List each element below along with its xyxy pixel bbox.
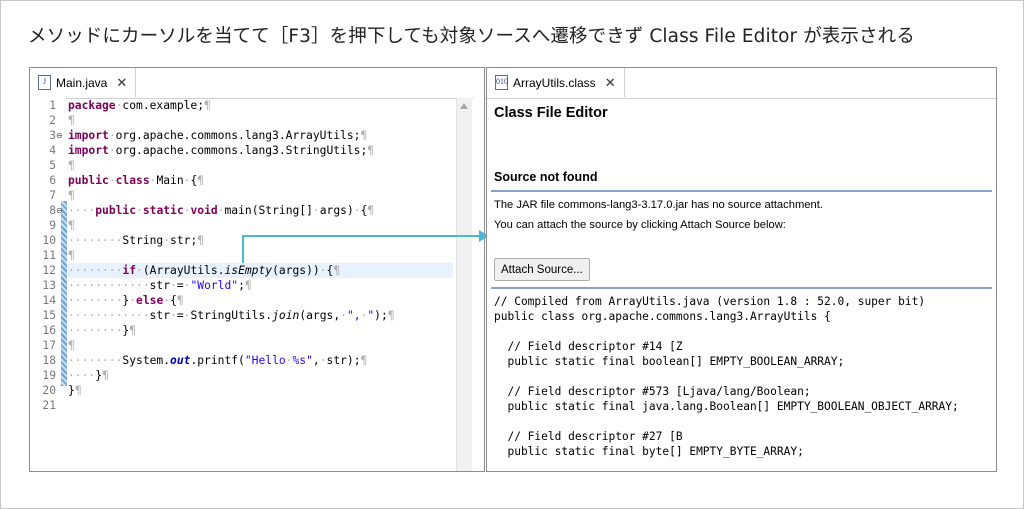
class-file-icon: 010 bbox=[495, 75, 508, 90]
line-number: 5 bbox=[49, 159, 56, 172]
code-line: ¶ bbox=[68, 249, 75, 262]
section-divider bbox=[491, 287, 992, 289]
code-line: import·org.apache.commons.lang3.ArrayUti… bbox=[68, 129, 368, 142]
code-line: ········if·(ArrayUtils.isEmpty(args))·{¶ bbox=[68, 264, 341, 277]
line-number: 12 bbox=[42, 264, 56, 277]
line-number: 17 bbox=[42, 339, 56, 352]
line-number: 9 bbox=[49, 219, 56, 232]
tab-arrayutils-class[interactable]: 010 ArrayUtils.class ✕ bbox=[487, 68, 625, 97]
code-line: ········System.out.printf("Hello·%s",·st… bbox=[68, 354, 368, 367]
tab-main-java[interactable]: J Main.java ✕ bbox=[30, 68, 137, 97]
code-line: ¶ bbox=[68, 159, 75, 172]
line-number: 18 bbox=[42, 354, 56, 367]
line-number: 11 bbox=[42, 249, 56, 262]
line-number: 7 bbox=[49, 189, 56, 202]
decompiled-line: // Field descriptor #27 [B bbox=[494, 430, 683, 443]
code-line: package·com.example;¶ bbox=[68, 99, 211, 112]
decompiled-line: // Field descriptor #14 [Z bbox=[494, 340, 683, 353]
line-number: 4 bbox=[49, 144, 56, 157]
section-divider bbox=[491, 190, 992, 192]
vertical-scrollbar[interactable] bbox=[456, 98, 472, 471]
overview-ruler bbox=[473, 98, 484, 471]
annotation-arrow-line bbox=[242, 235, 480, 237]
code-line: ········}·else·{¶ bbox=[68, 294, 184, 307]
decompiled-line: public class org.apache.commons.lang3.Ar… bbox=[494, 310, 831, 323]
line-number: 14 bbox=[42, 294, 56, 307]
line-number: 1 bbox=[49, 99, 56, 112]
line-number: 20 bbox=[42, 384, 56, 397]
java-editor-pane: J Main.java ✕ 1 2 3 4 5 6 7 8 9 10 11 12 13 14 15 16 17 1… bbox=[29, 67, 485, 472]
fold-toggle-icon[interactable]: ⊖ bbox=[56, 203, 63, 218]
line-number: 13 bbox=[42, 279, 56, 292]
left-tab-bar: J Main.java ✕ bbox=[30, 68, 484, 99]
decompiled-line: // Field descriptor #573 [Ljava/lang/Boo… bbox=[494, 385, 811, 398]
code-line: ····public·static·void·main(String[]·arg… bbox=[68, 204, 375, 217]
scroll-up-icon[interactable] bbox=[460, 103, 468, 109]
decompiled-line: public static final boolean[] EMPTY_BOOL… bbox=[494, 355, 845, 368]
code-line: ¶ bbox=[68, 219, 75, 232]
change-marker-strip bbox=[61, 201, 67, 386]
code-line: ············str·=·StringUtils.join(args,… bbox=[68, 309, 395, 322]
code-line: ········}¶ bbox=[68, 324, 137, 337]
attach-source-button[interactable]: Attach Source... bbox=[494, 258, 590, 281]
code-line: ····}¶ bbox=[68, 369, 109, 382]
code-line: ¶ bbox=[68, 189, 75, 202]
java-file-icon: J bbox=[38, 75, 51, 90]
line-number: 2 bbox=[49, 114, 56, 127]
line-number: 19 bbox=[42, 369, 56, 382]
decompiled-line: public static final byte[] EMPTY_BYTE_AR… bbox=[494, 445, 804, 458]
close-icon[interactable]: ✕ bbox=[116, 75, 127, 91]
code-line: import·org.apache.commons.lang3.StringUt… bbox=[68, 144, 375, 157]
attach-hint-message: You can attach the source by clicking At… bbox=[494, 219, 786, 231]
code-line: ············str·=·"World";¶ bbox=[68, 279, 252, 292]
code-line: }¶ bbox=[68, 384, 82, 397]
decompiled-line: public static final java.lang.Boolean[] … bbox=[494, 400, 959, 413]
line-number: 10 bbox=[42, 234, 56, 247]
decompiled-line: // Compiled from ArrayUtils.java (versio… bbox=[494, 295, 926, 308]
code-line: ¶ bbox=[68, 114, 75, 127]
line-number: 8 bbox=[49, 204, 56, 217]
class-file-editor-pane: 010 ArrayUtils.class ✕ Class File Editor… bbox=[486, 67, 997, 472]
annotation-arrow-stem bbox=[242, 236, 244, 263]
tab-label: Main.java bbox=[56, 75, 108, 90]
line-number: 15 bbox=[42, 309, 56, 322]
isEmpty-method-call: isEmpty bbox=[224, 264, 273, 277]
line-number: 21 bbox=[42, 399, 56, 412]
no-source-message: The JAR file commons-lang3-3.17.0.jar ha… bbox=[494, 199, 823, 211]
line-number: 3 bbox=[49, 129, 56, 142]
line-number: 6 bbox=[49, 174, 56, 187]
line-number: 16 bbox=[42, 324, 56, 337]
close-icon[interactable]: ✕ bbox=[605, 75, 616, 91]
code-editor[interactable]: package·com.example;¶ ¶ import·org.apach… bbox=[68, 98, 456, 471]
tab-label: ArrayUtils.class bbox=[513, 75, 596, 90]
code-line: public·class·Main·{¶ bbox=[68, 174, 205, 187]
right-tab-bar: 010 ArrayUtils.class ✕ bbox=[487, 68, 996, 99]
code-line: ¶ bbox=[68, 339, 75, 352]
caption-text: メソッドにカーソルを当てて［F3］を押下しても対象ソースへ遷移できず Class… bbox=[28, 26, 915, 47]
fold-toggle-icon[interactable]: ⊖ bbox=[56, 128, 63, 143]
class-file-editor-title: Class File Editor bbox=[494, 105, 608, 121]
source-not-found-heading: Source not found bbox=[494, 170, 598, 184]
